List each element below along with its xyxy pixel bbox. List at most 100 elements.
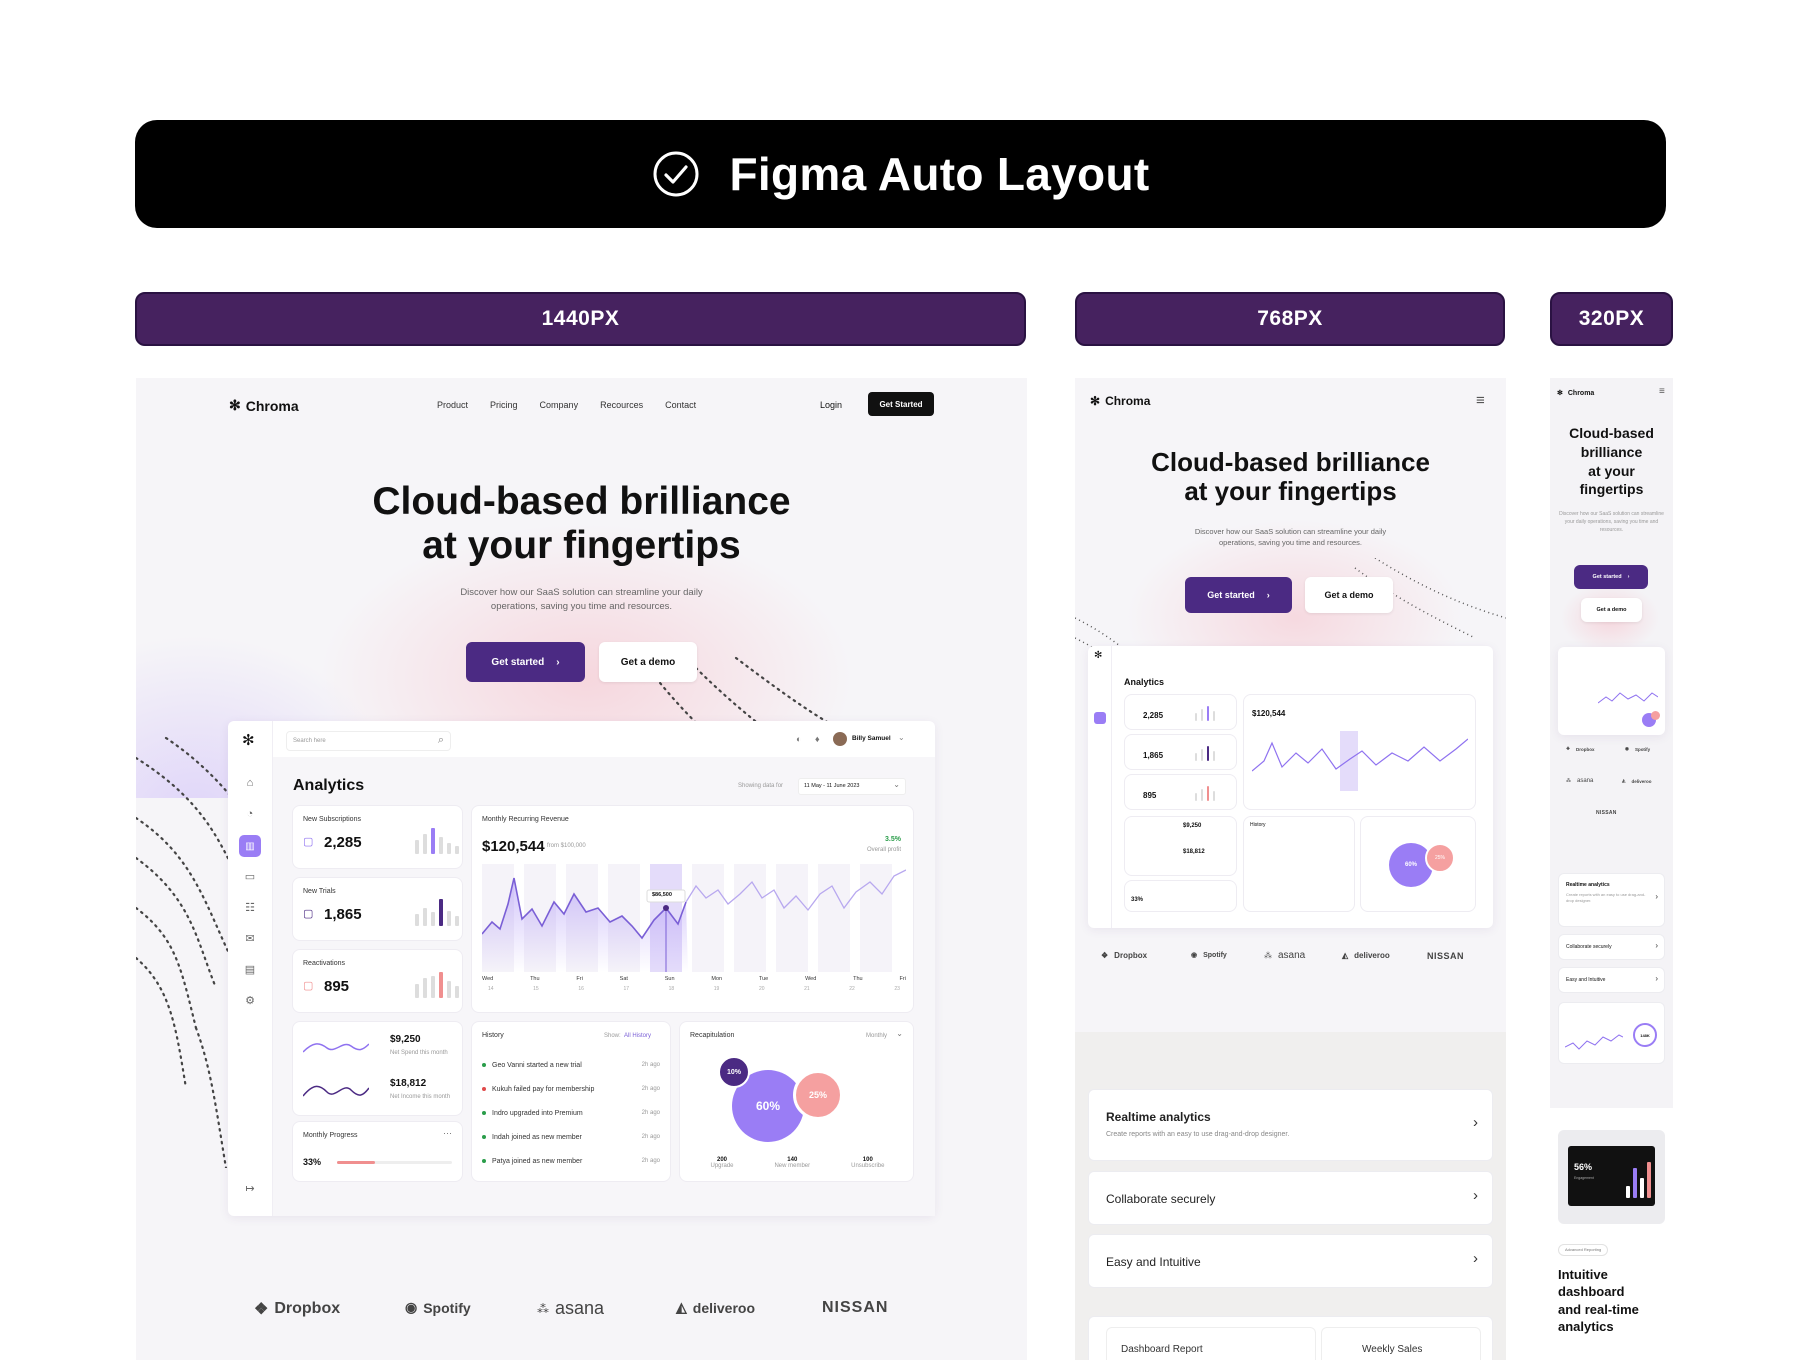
- recap-period[interactable]: Monthly: [866, 1033, 887, 1039]
- stat-card-trials[interactable]: 1,865: [1124, 734, 1237, 770]
- nav-product[interactable]: Product: [437, 400, 468, 410]
- feature-realtime[interactable]: Realtime analytics Create reports with a…: [1558, 873, 1665, 927]
- history-title: History: [1250, 822, 1266, 828]
- progress-label: Monthly Progress: [303, 1132, 358, 1139]
- nav-resources[interactable]: Recources: [600, 400, 643, 410]
- chevron-right-icon: ›: [556, 656, 560, 668]
- stat-card-trials[interactable]: New Trials ▢ 1,865: [292, 877, 463, 941]
- analytics-icon[interactable]: [1094, 712, 1106, 724]
- feature-title: Collaborate securely: [1566, 944, 1612, 950]
- tick-label: Sat: [619, 976, 628, 982]
- stat-value: 1,865: [324, 906, 362, 923]
- feature-desc: Create reports with an easy to use drag-…: [1106, 1131, 1290, 1138]
- users-icon[interactable]: ☷: [243, 900, 257, 914]
- stat-card-subscriptions[interactable]: 2,285: [1124, 694, 1237, 730]
- hero-subtitle-line-2: operations, saving you time and resource…: [490, 601, 673, 613]
- logout-icon[interactable]: ↦: [243, 1181, 257, 1195]
- feature-collaborate[interactable]: Collaborate securely ›: [1558, 934, 1665, 960]
- check-circle-icon: [653, 151, 699, 197]
- recap-stat-label: Unsubscribe: [851, 1163, 885, 1169]
- brand-label: deliveroo: [1354, 951, 1390, 960]
- document-icon: ▢: [303, 980, 314, 992]
- brand-logo[interactable]: ✻ Chroma: [1090, 394, 1150, 408]
- avatar[interactable]: [833, 732, 847, 746]
- hamburger-menu-icon[interactable]: ≡: [1659, 386, 1665, 397]
- dashboard-preview: ✻ ⌂ ◔ ▥ ▭ ☷ ✉ ▤ ⚙ ↦ Search here ⌕ ◐ ♦ Bi…: [228, 721, 935, 1216]
- home-icon[interactable]: ⌂: [243, 776, 257, 790]
- status-dot: [482, 1063, 486, 1068]
- hero-subtitle-line-1: Discover how our SaaS solution can strea…: [460, 587, 703, 598]
- recap-stat: 200 Upgrade: [710, 1157, 733, 1169]
- dashboard-preview: ✻ Analytics 2,285 1,865 895 $120,544 $9,…: [1088, 646, 1493, 928]
- brand-logo[interactable]: ✻ Chroma: [229, 397, 299, 414]
- moon-icon[interactable]: ◐: [796, 734, 801, 744]
- brand-asana: ⁂ asana: [1566, 778, 1593, 784]
- user-name[interactable]: Billy Samuel: [852, 735, 891, 742]
- wallet-icon[interactable]: ▭: [243, 869, 257, 883]
- get-started-button[interactable]: Get started ›: [466, 642, 585, 682]
- stat-card-subscriptions[interactable]: New Subscriptions ▢ 2,285: [292, 805, 463, 869]
- tab-dashboard-report[interactable]: Dashboard Report: [1106, 1327, 1316, 1360]
- palm-logo-icon: ✻: [229, 397, 241, 413]
- showing-label: Showing data for: [738, 783, 784, 789]
- stat-card-reactivations[interactable]: Reactivations ▢ 895: [292, 949, 463, 1013]
- tab-weekly-sales[interactable]: Weekly Sales: [1321, 1327, 1481, 1360]
- engagement-value: 56%: [1574, 1162, 1593, 1172]
- progress-card: 33%: [1124, 880, 1237, 912]
- history-filter[interactable]: All History: [624, 1033, 651, 1039]
- brand-label: NISSAN: [1596, 810, 1617, 816]
- chevron-down-icon[interactable]: ⌄: [896, 1029, 903, 1038]
- chevron-down-icon[interactable]: ⌄: [898, 733, 905, 742]
- deliveroo-icon: ◭: [1342, 951, 1349, 960]
- dash-search-input[interactable]: Search here ⌕: [286, 731, 451, 751]
- get-started-button[interactable]: Get started ›: [1574, 565, 1648, 589]
- brand-name: Chroma: [1105, 394, 1151, 408]
- progress-fill: [337, 1161, 375, 1164]
- search-icon: ⌕: [437, 734, 444, 746]
- feature-realtime[interactable]: Realtime analytics Create reports with a…: [1088, 1089, 1493, 1161]
- get-demo-button[interactable]: Get a demo: [1581, 598, 1642, 622]
- feature-collaborate[interactable]: Collaborate securely ›: [1088, 1171, 1493, 1225]
- dash-logo-icon: ✻: [242, 732, 255, 749]
- feature-easy[interactable]: Easy and Intuitive ›: [1558, 967, 1665, 993]
- hero-gradient: [1550, 538, 1673, 648]
- date-range-select[interactable]: 11 May - 11 June 2023 ⌄: [798, 778, 906, 795]
- brand-spotify: ◉ Spotify: [405, 1299, 471, 1316]
- history-time: 2h ago: [641, 1086, 660, 1092]
- hamburger-menu-icon[interactable]: ≡: [1476, 392, 1485, 409]
- get-demo-button[interactable]: Get a demo: [1305, 577, 1393, 613]
- nav-company[interactable]: Company: [540, 400, 579, 410]
- mini-bar-chart: [1195, 705, 1215, 721]
- history-text: Indah joined as new member: [492, 1134, 582, 1141]
- mobile-feature-title-line-1: Intuitive: [1558, 1267, 1608, 1282]
- tick-label: Wed: [805, 976, 817, 982]
- stat-card-reactivations[interactable]: 895: [1124, 774, 1237, 810]
- get-demo-button[interactable]: Get a demo: [599, 642, 697, 682]
- feature-easy[interactable]: Easy and Intuitive ›: [1088, 1234, 1493, 1288]
- more-icon[interactable]: ⋯: [443, 1128, 452, 1139]
- asana-icon: ⁂: [537, 1301, 549, 1316]
- settings-icon[interactable]: ⚙: [243, 993, 257, 1007]
- mrr-card: $120,544: [1243, 694, 1476, 810]
- income-sparkline: [303, 1085, 369, 1097]
- bell-icon[interactable]: ♦: [815, 734, 820, 744]
- brand-deliveroo: ◭ deliveroo: [1622, 778, 1651, 784]
- top-banner: Figma Auto Layout: [135, 120, 1666, 228]
- brand-logo[interactable]: ✻ Chroma: [1557, 389, 1594, 398]
- chevron-right-icon: ›: [1655, 892, 1658, 901]
- login-link[interactable]: Login: [820, 400, 842, 410]
- mail-icon[interactable]: ✉: [243, 931, 257, 945]
- chart-pie-icon[interactable]: ◔: [243, 807, 257, 821]
- mrr-value: $120,544: [1252, 709, 1286, 718]
- analytics-icon[interactable]: ▥: [239, 835, 261, 857]
- chevron-right-icon: ›: [1655, 941, 1658, 950]
- mrr-line-chart: [1252, 731, 1468, 791]
- document-icon[interactable]: ▤: [243, 962, 257, 976]
- feature-desc: Create reports with an easy to use drag-…: [1566, 892, 1646, 903]
- get-started-button[interactable]: Get started ›: [1185, 577, 1292, 613]
- tab-label: Dashboard Report: [1121, 1344, 1203, 1355]
- get-started-nav-button[interactable]: Get Started: [868, 392, 934, 416]
- nav-pricing[interactable]: Pricing: [490, 400, 518, 410]
- hero-title-line-1: Cloud-based brilliance: [1151, 447, 1430, 477]
- nav-contact[interactable]: Contact: [665, 400, 696, 410]
